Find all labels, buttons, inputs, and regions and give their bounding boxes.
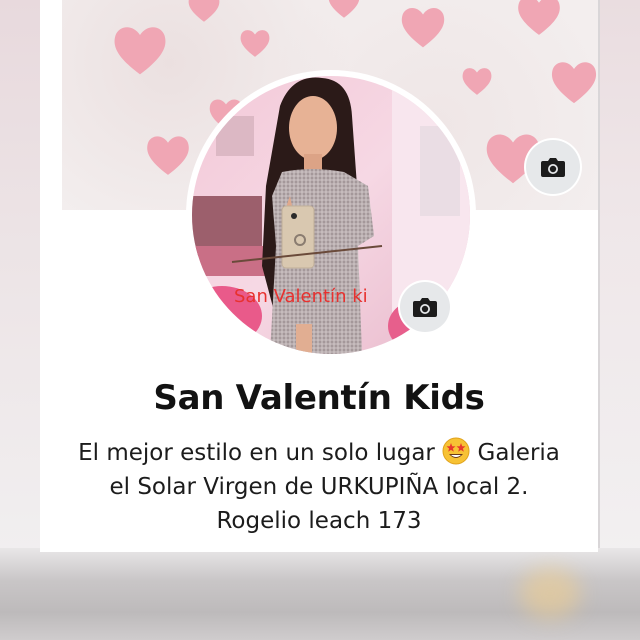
heart-decoration (240, 30, 270, 57)
heart-decoration (401, 8, 445, 48)
heart-decoration (551, 62, 597, 104)
profile-card: San Valentín ki San Valentín Kids El mej… (40, 0, 598, 552)
profile-bio: El mejor estilo en un solo lugar Galeria… (40, 436, 598, 538)
bio-line-1-end: Galeria (477, 440, 560, 466)
heart-decoration (328, 0, 360, 18)
heart-decoration (114, 27, 166, 75)
page-title: San Valentín Kids (153, 378, 485, 418)
heart-decoration (147, 136, 189, 175)
bio-line-2: el Solar Virgen de URKUPIÑA local 2. (109, 474, 529, 500)
background-blur-bottom (0, 548, 640, 640)
heart-decoration (518, 0, 560, 35)
heart-decoration (462, 68, 492, 95)
bio-line-1: El mejor estilo en un solo lugar Galeria (40, 436, 598, 470)
star-struck-emoji-icon (442, 437, 470, 465)
camera-icon (413, 298, 437, 317)
bio-line-3: Rogelio leach 173 (216, 508, 422, 534)
camera-icon (541, 158, 565, 177)
edit-profile-picture-button[interactable] (400, 282, 450, 332)
background-blur-left (0, 0, 40, 560)
bio-line-1-text: El mejor estilo en un solo lugar (78, 440, 435, 466)
heart-decoration (188, 0, 220, 22)
edit-cover-photo-button[interactable] (526, 140, 580, 194)
background-blur-right (600, 0, 640, 560)
profile-picture-watermark: San Valentín ki (234, 286, 368, 307)
